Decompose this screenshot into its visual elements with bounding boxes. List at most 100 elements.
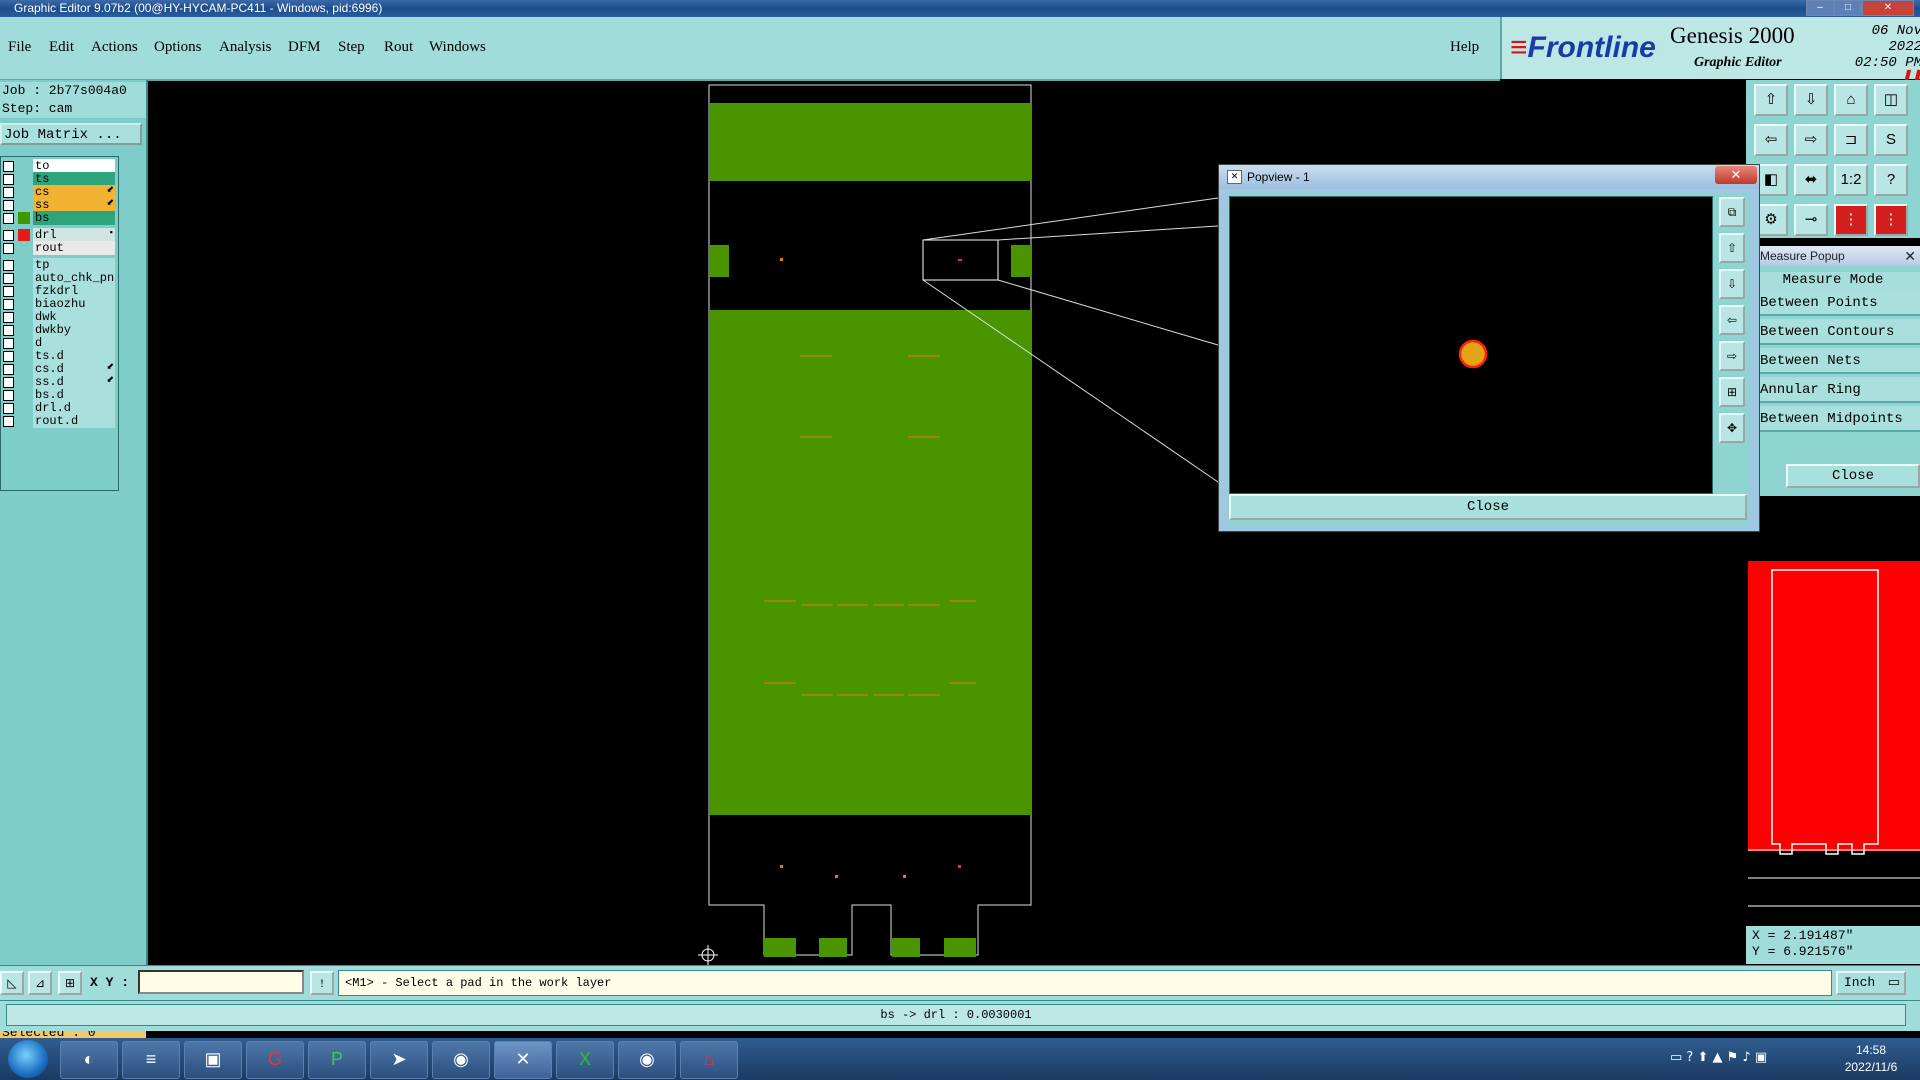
popview-zoom-icon[interactable]: ⧉ [1719, 197, 1745, 227]
measure-between-points[interactable]: Between Points [1746, 290, 1920, 316]
popview-viewport[interactable] [1229, 196, 1713, 494]
layer-checkbox[interactable] [3, 325, 14, 336]
layer-checkbox[interactable] [3, 174, 14, 185]
popview-left-icon[interactable]: ⇦ [1719, 305, 1745, 335]
tool-layer-down-icon[interactable]: ⇩ [1794, 84, 1828, 116]
menu-dfm[interactable]: DFM [288, 39, 321, 56]
taskbar-p-app-icon[interactable]: P [308, 1041, 366, 1079]
taskbar-notepad-icon[interactable]: ≡ [122, 1041, 180, 1079]
job-matrix-button[interactable]: Job Matrix ... [0, 123, 142, 145]
layer-checkbox[interactable] [3, 161, 14, 172]
measure-between-contours[interactable]: Between Contours [1746, 319, 1920, 345]
layer-checkbox[interactable] [3, 390, 14, 401]
menu-help[interactable]: Help [1450, 39, 1479, 56]
layer-name[interactable]: ss [33, 198, 115, 212]
taskbar-shell-icon[interactable]: ◐ [60, 1041, 118, 1079]
layer-name[interactable]: cs [33, 185, 115, 199]
units-selector[interactable]: Inch ▭ [1836, 971, 1906, 995]
taskbar-arrow-app-icon[interactable]: ➤ [370, 1041, 428, 1079]
layer-name[interactable]: tp [33, 258, 115, 272]
layer-checkbox[interactable] [3, 200, 14, 211]
layer-checkbox[interactable] [3, 230, 14, 241]
layer-checkbox[interactable] [3, 187, 14, 198]
taskbar-g-app-icon[interactable]: G [246, 1041, 304, 1079]
layer-name[interactable]: dwkby [33, 323, 115, 337]
menu-edit[interactable]: Edit [49, 39, 74, 56]
close-window-button[interactable]: ✕ [1862, 0, 1914, 16]
measure-close-button[interactable]: Close [1786, 464, 1920, 488]
measure-between-midpoints[interactable]: Between Midpoints [1746, 406, 1920, 432]
layer-checkbox[interactable] [3, 403, 14, 414]
layer-name[interactable]: dwk [33, 310, 115, 324]
cmd-grid-icon[interactable]: ⊞ [58, 971, 82, 995]
layer-row-rout-d[interactable]: rout.d [1, 414, 118, 429]
layer-name[interactable]: auto_chk_pn [33, 271, 115, 285]
cmd-snap-icon[interactable]: ⊿ [28, 971, 52, 995]
taskbar-genesis2-icon[interactable]: ◉ [618, 1041, 676, 1079]
layer-checkbox[interactable] [3, 273, 14, 284]
tool-measure-icon[interactable]: ⊸ [1794, 204, 1828, 236]
popview-close-button[interactable]: Close [1229, 494, 1747, 520]
taskbar-genesis-icon[interactable]: ◉ [432, 1041, 490, 1079]
layer-name[interactable]: bs [33, 211, 115, 225]
layer-name[interactable]: to [33, 159, 115, 173]
taskbar-pdf-icon[interactable]: ⌂ [680, 1041, 738, 1079]
layer-name[interactable]: biaozhu [33, 297, 115, 311]
layer-checkbox[interactable] [3, 286, 14, 297]
taskbar-save-icon[interactable]: ▣ [184, 1041, 242, 1079]
layer-name[interactable]: d [33, 336, 115, 350]
layer-checkbox[interactable] [3, 377, 14, 388]
layer-name[interactable]: bs.d [33, 388, 115, 402]
layer-checkbox[interactable] [3, 243, 14, 254]
layer-checkbox[interactable] [3, 299, 14, 310]
tool-pan-right-icon[interactable]: ⇨ [1794, 124, 1828, 156]
system-tray[interactable]: ▭ ? ⬆ ▲ ⚑ ♪ ▣ [1670, 1050, 1767, 1065]
tool-route-icon[interactable]: S [1874, 124, 1908, 156]
layer-row-rout[interactable]: rout [1, 241, 118, 256]
layer-name[interactable]: rout.d [33, 414, 115, 428]
layer-checkbox[interactable] [3, 364, 14, 375]
layer-checkbox[interactable] [3, 213, 14, 224]
layer-checkbox[interactable] [3, 351, 14, 362]
tool-scale-icon[interactable]: 1:2 [1834, 164, 1868, 196]
menu-windows[interactable]: Windows [429, 39, 486, 56]
popview-down-icon[interactable]: ⇩ [1719, 269, 1745, 299]
tool-pan-left-icon[interactable]: ⇦ [1754, 124, 1788, 156]
layer-name[interactable]: cs.d [33, 362, 115, 376]
measure-between-nets[interactable]: Between Nets [1746, 348, 1920, 374]
popview-up-icon[interactable]: ⇧ [1719, 233, 1745, 263]
layer-checkbox[interactable] [3, 312, 14, 323]
measure-close-icon[interactable]: ✕ [1904, 246, 1916, 266]
menu-options[interactable]: Options [154, 39, 202, 56]
popview-close-icon[interactable]: ✕ [1715, 166, 1757, 184]
tool-split-icon[interactable]: ◫ [1874, 84, 1908, 116]
layer-row-bs[interactable]: bs [1, 211, 118, 226]
tool-layer-up-icon[interactable]: ⇧ [1754, 84, 1788, 116]
minimize-button[interactable]: – [1806, 0, 1834, 16]
layer-color-swatch[interactable] [18, 229, 30, 241]
tool-help-icon[interactable]: ? [1874, 164, 1908, 196]
layer-checkbox[interactable] [3, 338, 14, 349]
layer-checkbox[interactable] [3, 416, 14, 427]
layer-name[interactable]: ts [33, 172, 115, 186]
layer-color-swatch[interactable] [18, 212, 30, 224]
start-button[interactable] [8, 1040, 48, 1078]
measure-annular-ring[interactable]: Annular Ring [1746, 377, 1920, 403]
taskbar-x-app-icon[interactable]: ✕ [494, 1041, 552, 1079]
taskbar-clock[interactable]: 14:58 2022/11/6 [1826, 1042, 1916, 1076]
layer-name[interactable]: ss.d [33, 375, 115, 389]
menu-actions[interactable]: Actions [91, 39, 138, 56]
tool-snap-icon[interactable]: ⊐ [1834, 124, 1868, 156]
tool-home-icon[interactable]: ⌂ [1834, 84, 1868, 116]
layer-checkbox[interactable] [3, 260, 14, 271]
menu-file[interactable]: File [8, 39, 31, 56]
taskbar-excel-icon[interactable]: X [556, 1041, 614, 1079]
layer-name[interactable]: ts.d [33, 349, 115, 363]
popview-right-icon[interactable]: ⇨ [1719, 341, 1745, 371]
popview-zoom-in-icon[interactable]: ⊞ [1719, 377, 1745, 407]
menu-analysis[interactable]: Analysis [219, 39, 272, 56]
menu-rout[interactable]: Rout [384, 39, 413, 56]
layer-name[interactable]: fzkdrl [33, 284, 115, 298]
cmd-select-icon[interactable]: ◺ [0, 971, 24, 995]
tool-drc-icon[interactable]: ⋮ [1834, 204, 1868, 236]
